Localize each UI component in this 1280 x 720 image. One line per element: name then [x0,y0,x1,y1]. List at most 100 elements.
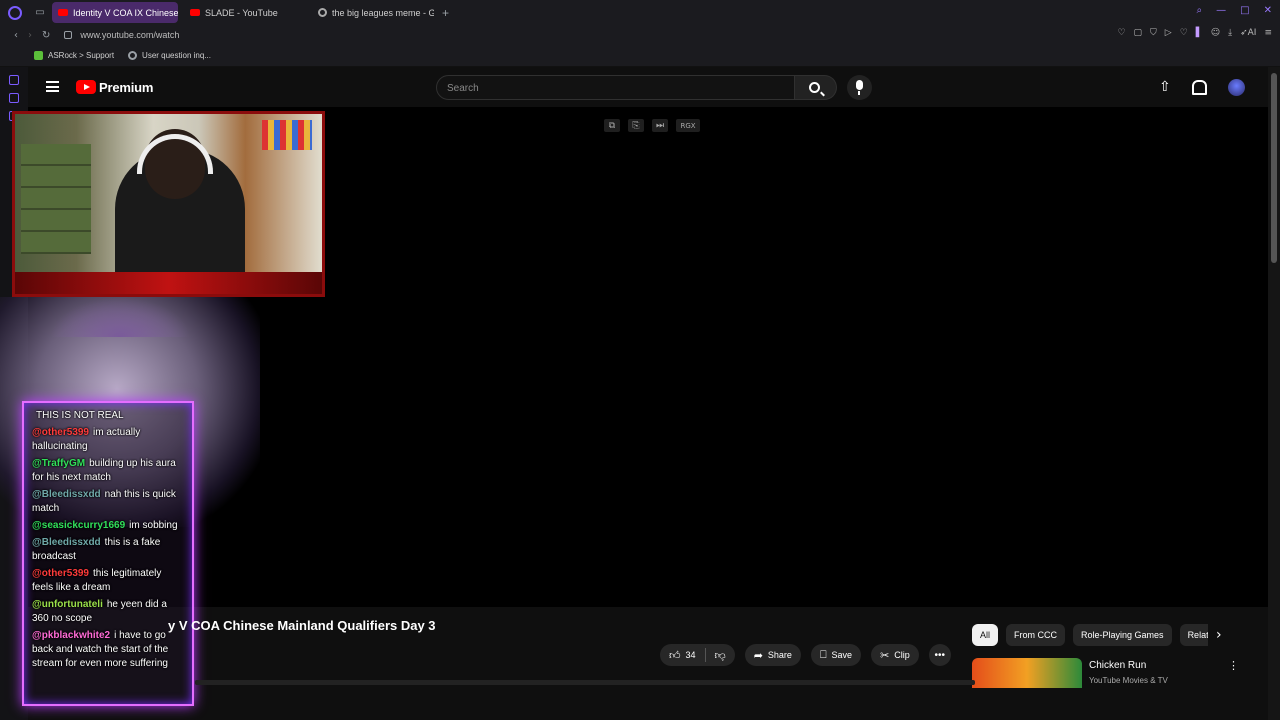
google-icon [318,8,327,17]
skip-icon[interactable]: ⏭ [652,119,668,132]
window-controls: ⌕ — □ ✕ [1197,5,1272,16]
chat-user: @unfortunateli [32,599,103,610]
microphone-icon [856,80,863,95]
chip-role-playing-games[interactable]: Role-Playing Games [1073,624,1172,646]
chat-message: @Bleedissxdd this is a fake broadcast [32,536,184,564]
download-icon[interactable]: ⤓ [1228,28,1232,38]
video-player[interactable]: ⧉ ⎘ ⏭ RGX THIS IS NOT REAL @other5399 im … [0,107,1268,706]
chat-message: @Bleedissxdd nah this is quick match [32,488,184,516]
player-overlay-controls: ⧉ ⎘ ⏭ RGX [604,119,700,132]
close-icon[interactable]: ✕ [1264,5,1272,16]
webcam-shelf [262,120,312,150]
vpn-shield-icon[interactable]: ⛉ [1150,28,1157,38]
chat-message: @seasickcurry1669 im sobbing [32,519,184,533]
tab-label: the big leagues meme - Go [332,7,434,18]
search-box [436,75,795,100]
save-button[interactable]: ⎕ Save [810,644,862,666]
extension-icon[interactable]: ▌ [1196,28,1203,38]
more-actions-icon[interactable]: ••• [928,644,951,666]
youtube-brand[interactable]: Premium [99,80,153,95]
url-field[interactable]: www.youtube.com/watch [80,30,179,40]
tab-identity-v[interactable]: Identity V COA IX Chinese [52,2,178,23]
reload-icon[interactable]: ↻ [42,30,50,41]
popout-icon[interactable]: ⧉ [604,119,620,132]
bookmark-icon[interactable]: ♡ [1117,28,1125,38]
chip-related[interactable]: Relat [1179,624,1208,646]
opera-logo-icon[interactable] [8,5,22,20]
description-bar [195,680,975,685]
browser-toolbar: ♡ ▢ ⛉ ▷ ♡ ▌ ☺ ⤓ ➶AI ≡ [1117,28,1272,38]
bookmark-user-question[interactable]: User question inq... [128,51,211,60]
like-dislike-group: 👍︎ 34 👎︎ [660,644,735,666]
stream-chat-overlay: THIS IS NOT REAL @other5399 im actually h… [22,401,194,706]
maximize-icon[interactable]: □ [1240,5,1249,16]
tab-label: SLADE - YouTube [205,7,278,18]
page-scrollbar[interactable] [1268,67,1280,720]
bookmark-label: User question inq... [142,51,211,60]
notifications-bell-icon[interactable] [1191,80,1207,95]
asrock-icon [34,51,43,60]
player-icon[interactable]: ▷ [1165,28,1172,38]
save-label: Save [831,650,853,660]
aria-ai-button[interactable]: ➶AI [1240,28,1256,38]
recommended-channel[interactable]: YouTube Movies & TV [1089,676,1168,685]
menu-icon[interactable] [46,81,59,92]
aria-icon[interactable] [9,75,19,85]
chip-from-ccc[interactable]: From CCC [1006,624,1066,646]
thumbs-up-icon: 👍︎ [669,648,681,662]
scissors-icon: ✂ [880,648,890,662]
browser-tab-bar: ▭ Identity V COA IX Chinese SLADE - YouT… [0,0,1280,25]
snapshot-icon[interactable]: ▢ [1134,28,1143,38]
upload-icon[interactable]: ⇧ [1159,79,1171,95]
bookmark-asrock[interactable]: ASRock > Support [34,51,114,60]
globe-icon [128,51,138,60]
dislike-button[interactable]: 👎︎ [706,644,735,666]
workspaces-icon[interactable]: ▭ [34,7,46,19]
search-tabs-icon[interactable]: ⌕ [1197,5,1203,16]
back-icon[interactable]: ‹ [14,30,18,41]
youtube-icon [58,9,68,16]
heart-icon[interactable]: ♡ [1180,28,1188,38]
search-input[interactable] [447,80,777,96]
chip-all[interactable]: All [972,624,999,646]
rgx-button[interactable]: RGX [676,119,700,132]
chat-message: @TraffyGM building up his aura for his ne… [32,457,184,485]
recommended-video[interactable]: Chicken Run YouTube Movies & TV ⋮ [972,656,1240,688]
headset-icon [137,134,213,174]
new-tab-plus-icon[interactable]: + [442,6,449,20]
like-button[interactable]: 👍︎ 34 [660,644,705,666]
recommended-title[interactable]: Chicken Run [1089,660,1146,671]
chat-user: @other5399 [32,568,89,579]
chat-user: @seasickcurry1669 [32,520,126,531]
bookmark-icon: ⎕ [819,648,827,661]
chevron-right-icon[interactable]: › [1216,627,1222,643]
youtube-logo-icon[interactable] [76,80,96,94]
tab-label: Identity V COA IX Chinese [73,7,178,18]
search-icon [809,82,820,93]
chat-user: @TraffyGM [32,458,86,469]
search-button[interactable] [795,75,837,100]
voice-search-button[interactable] [847,75,872,100]
recommendation-chips: All From CCC Role-Playing Games Relat [972,624,1208,646]
share-button[interactable]: ➦ Share [744,644,801,666]
minimize-icon[interactable]: — [1216,5,1226,16]
easy-setup-icon[interactable]: ≡ [1264,28,1272,38]
tab-slade[interactable]: SLADE - YouTube [184,2,306,23]
tab-big-leagues[interactable]: the big leagues meme - Go [312,2,434,23]
chat-user: @Bleedissxdd [32,537,101,548]
video-thumbnail[interactable] [972,658,1082,688]
lock-icon[interactable] [64,31,73,39]
avatar[interactable] [1228,79,1245,96]
video-title: y V COA Chinese Mainland Qualifiers Day … [168,618,436,633]
forward-icon[interactable]: › [28,30,32,41]
clip-button[interactable]: ✂ Clip [871,644,919,666]
scroll-thumb[interactable] [1271,73,1277,263]
snapshot-icon[interactable]: ⎘ [628,119,644,132]
webcam-frame-bottom [15,272,322,294]
messenger-icon[interactable] [9,93,19,103]
like-count: 34 [685,650,696,660]
youtube-masthead: Premium ⇧ [28,67,1268,107]
kebab-menu-icon[interactable]: ⋮ [1228,659,1239,672]
webcam-overlay [12,111,325,297]
account-icon[interactable]: ☺ [1211,28,1220,38]
